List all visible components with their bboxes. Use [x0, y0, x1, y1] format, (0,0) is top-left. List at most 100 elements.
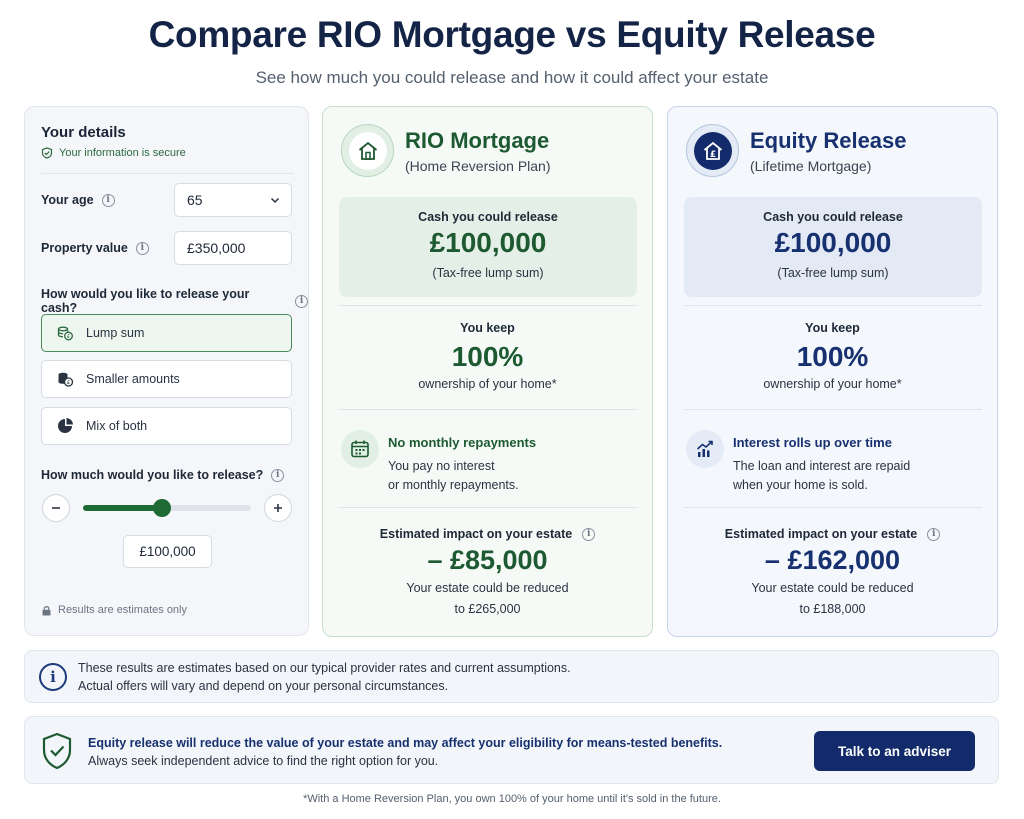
- decrease-button[interactable]: [42, 494, 70, 522]
- impact-note: Your estate could be reduced: [751, 581, 914, 595]
- feature-title: Interest rolls up over time: [733, 435, 892, 450]
- rio-title: RIO Mortgage: [405, 128, 550, 153]
- estimates-note: Results are estimates only: [41, 604, 187, 616]
- lock-icon: [42, 605, 51, 615]
- impact-label: Estimated impact on your estate i: [668, 527, 997, 541]
- talk-to-adviser-button[interactable]: Talk to an adviser: [814, 731, 975, 771]
- keep-value: 100%: [451, 341, 524, 372]
- page-title: Compare RIO Mortgage vs Equity Release: [148, 14, 876, 55]
- divider: [684, 409, 982, 410]
- info-icon[interactable]: i: [582, 527, 596, 541]
- impact-value: – £162,000: [764, 545, 901, 575]
- equity-title: Equity Release: [750, 128, 907, 153]
- keep-label: You keep: [805, 321, 860, 335]
- impact-note: Your estate could be reduced: [406, 581, 569, 595]
- minus-icon: [52, 507, 60, 509]
- option-label: Smaller amounts: [86, 372, 180, 386]
- age-label-text: Your age: [41, 193, 94, 207]
- option-label: Lump sum: [86, 326, 145, 340]
- svg-text:£: £: [67, 334, 71, 340]
- option-mix-of-both[interactable]: Mix of both: [41, 407, 292, 445]
- cash-value: £100,000: [429, 227, 547, 258]
- equity-subtitle: (Lifetime Mortgage): [750, 158, 872, 174]
- info-icon[interactable]: i: [295, 294, 308, 308]
- cash-label: Cash you could release: [763, 210, 903, 224]
- divider: [41, 173, 294, 174]
- chevron-down-icon: [270, 197, 280, 204]
- age-select[interactable]: 65: [174, 183, 292, 217]
- property-value: £350,000: [187, 240, 246, 256]
- property-value-input[interactable]: £350,000: [174, 231, 292, 265]
- coin-stack-icon: £: [58, 372, 74, 387]
- increase-button[interactable]: [264, 494, 292, 522]
- info-icon[interactable]: i: [101, 193, 115, 207]
- feature-line: The loan and interest are repaid: [733, 459, 911, 473]
- feature-line: when your home is sold.: [733, 478, 868, 492]
- info-circle-icon: i: [39, 663, 67, 691]
- age-value: 65: [187, 192, 203, 208]
- secure-text: Your information is secure: [59, 147, 186, 159]
- divider: [684, 507, 982, 508]
- impact-value: – £85,000: [427, 545, 548, 575]
- notice-line: These results are estimates based on our…: [78, 661, 571, 675]
- impact-label: Estimated impact on your estate i: [323, 527, 652, 541]
- calendar-icon: [351, 440, 369, 458]
- cash-note: (Tax-free lump sum): [777, 266, 889, 280]
- keep-note: ownership of your home*: [418, 377, 557, 391]
- age-label: Your age i: [41, 193, 115, 207]
- trend-badge: [686, 430, 724, 468]
- shield-check-icon: [42, 732, 72, 770]
- release-amount-slider[interactable]: [83, 499, 251, 517]
- trending-up-chart-icon: [696, 440, 713, 457]
- divider: [684, 305, 982, 306]
- divider: [339, 409, 637, 410]
- estimates-notice: i These results are estimates based on o…: [24, 650, 999, 703]
- cash-label: Cash you could release: [418, 210, 558, 224]
- keep-note: ownership of your home*: [763, 377, 902, 391]
- rio-subtitle: (Home Reversion Plan): [405, 158, 551, 174]
- slider-thumb[interactable]: [152, 499, 171, 517]
- footnote: *With a Home Reversion Plan, you own 100…: [303, 793, 721, 805]
- rio-cash-box: Cash you could release £100,000 (Tax-fre…: [339, 197, 637, 297]
- divider: [339, 305, 637, 306]
- divider: [339, 507, 637, 508]
- info-icon[interactable]: i: [271, 468, 285, 482]
- impact-note: to £188,000: [799, 602, 866, 616]
- impact-label-text: Estimated impact on your estate: [724, 527, 918, 541]
- shield-check-icon: [41, 147, 53, 159]
- calendar-badge: [341, 430, 379, 468]
- rio-mortgage-card: RIO Mortgage (Home Reversion Plan) Cash …: [322, 106, 653, 637]
- plus-icon: [274, 504, 282, 512]
- amount-question-text: How much would you like to release?: [41, 468, 264, 482]
- equity-cash-box: Cash you could release £100,000 (Tax-fre…: [684, 197, 982, 297]
- warning-text: Equity release will reduce the value of …: [88, 736, 723, 750]
- page-subtitle: See how much you could release and how i…: [255, 68, 769, 87]
- svg-text:£: £: [709, 150, 715, 160]
- option-lump-sum[interactable]: £ Lump sum: [41, 314, 292, 352]
- warning-advice: Always seek independent advice to find t…: [88, 754, 439, 768]
- coins-icon: £: [57, 326, 73, 341]
- amount-question: How much would you like to release? i: [41, 468, 285, 482]
- info-icon[interactable]: i: [927, 527, 941, 541]
- details-heading: Your details: [41, 124, 126, 141]
- feature-line: or monthly repayments.: [388, 478, 519, 492]
- option-label: Mix of both: [86, 419, 148, 433]
- cash-value: £100,000: [774, 227, 892, 258]
- release-amount-value: £100,000: [139, 544, 196, 559]
- cash-note: (Tax-free lump sum): [432, 266, 544, 280]
- pound-house-icon: £: [703, 141, 722, 160]
- option-smaller-amounts[interactable]: £ Smaller amounts: [41, 360, 292, 398]
- keep-label: You keep: [460, 321, 515, 335]
- svg-text:£: £: [67, 380, 71, 386]
- house-badge: [341, 124, 394, 177]
- pie-chart-icon: [58, 418, 73, 433]
- release-question-text: How would you like to release your cash?: [41, 287, 250, 315]
- details-panel: Your details Your information is secure …: [24, 106, 309, 636]
- slider-fill: [83, 505, 162, 511]
- release-amount-input[interactable]: £100,000: [123, 535, 212, 568]
- impact-note: to £265,000: [454, 602, 521, 616]
- release-question: How would you like to release your cash?…: [41, 287, 308, 315]
- info-icon[interactable]: i: [135, 241, 149, 255]
- equity-release-card: £ Equity Release (Lifetime Mortgage) Cas…: [667, 106, 998, 637]
- feature-line: You pay no interest: [388, 459, 495, 473]
